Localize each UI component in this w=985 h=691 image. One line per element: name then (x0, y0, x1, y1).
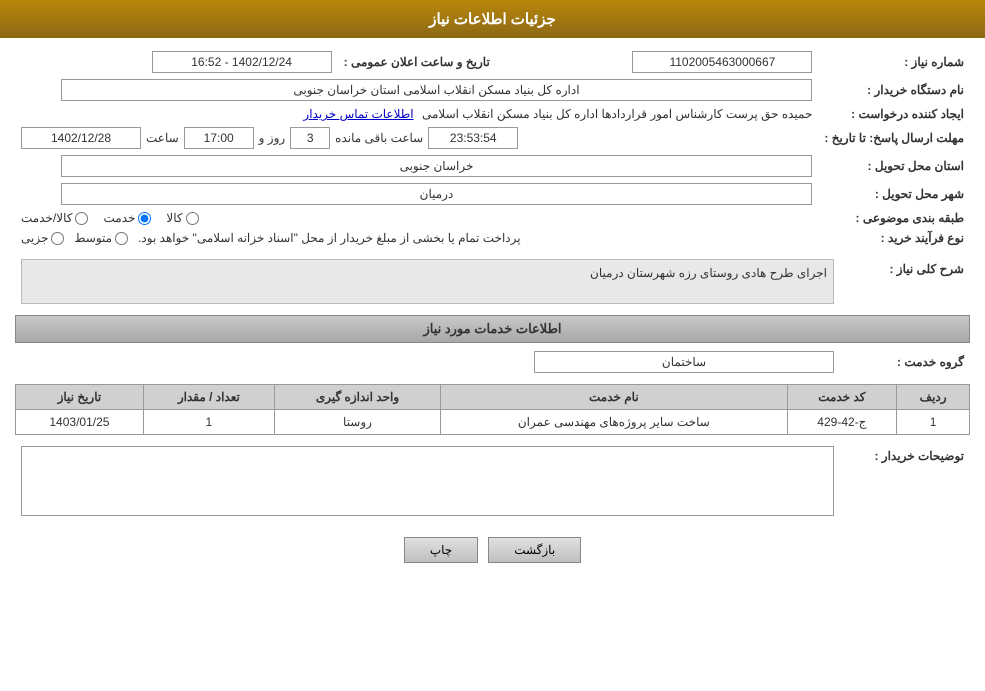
naveFarayand-label: نوع فرآیند خرید : (818, 228, 970, 248)
content-area: شماره نیاز : 1102005463000667 تاریخ و سا… (0, 38, 985, 588)
radio-kala-khedmat-input[interactable] (75, 212, 88, 225)
ostanTahvil-label: استان محل تحویل : (818, 152, 970, 180)
table-row: 1ج-42-429ساخت سایر پروژه‌های مهندسی عمرا… (16, 410, 970, 435)
shahrTahvil-label: شهر محل تحویل : (818, 180, 970, 208)
button-bar: بازگشت چاپ (15, 537, 970, 578)
table-cell: روستا (274, 410, 440, 435)
roz-label: روز و (259, 131, 286, 145)
shahrTahvil-value: درمیان (15, 180, 818, 208)
kala-label: کالا (166, 211, 182, 225)
tozihat-table: توضیحات خریدار : (15, 443, 970, 522)
ijadKonande-value: حمیده حق پرست کارشناس امور قراردادها ادا… (15, 104, 818, 124)
back-button[interactable]: بازگشت (488, 537, 581, 563)
radio-kala: کالا (166, 211, 198, 225)
tozihat-textarea[interactable] (21, 446, 834, 516)
shomareNiaz-label: شماره نیاز : (818, 48, 970, 76)
groheKhedmat-label: گروه خدمت : (840, 348, 970, 376)
tarikhErsal-row: 1402/12/28 ساعت 17:00 روز و 3 ساعت باقی … (15, 124, 818, 152)
grohe-table: گروه خدمت : ساختمان (15, 348, 970, 376)
kala-khedmat-label: کالا/خدمت (21, 211, 72, 225)
sharhKoli-label: شرح کلی نیاز : (840, 256, 970, 307)
table-cell: ج-42-429 (787, 410, 897, 435)
saatBaghi-box: 23:53:54 (428, 127, 518, 149)
table-cell: 1 (143, 410, 274, 435)
table-cell: 1403/01/25 (16, 410, 144, 435)
col-kod: کد خدمت (787, 385, 897, 410)
roz-box: 3 (290, 127, 330, 149)
ostanTahvil-value: خراسان جنوبی (15, 152, 818, 180)
radio-jozvi: جزیی (21, 231, 64, 245)
col-tedad: تعداد / مقدار (143, 385, 274, 410)
table-cell: 1 (897, 410, 970, 435)
col-tarikh: تاریخ نیاز (16, 385, 144, 410)
service-table: ردیف کد خدمت نام خدمت واحد اندازه گیری ت… (15, 384, 970, 435)
info-table-top: شماره نیاز : 1102005463000667 تاریخ و سا… (15, 48, 970, 248)
saatBaghi-label: ساعت باقی مانده (335, 131, 423, 145)
saat-label: ساعت (146, 131, 179, 145)
jozvi-label: جزیی (21, 231, 48, 245)
page-header: جزئیات اطلاعات نیاز (0, 0, 985, 38)
ostan-box: خراسان جنوبی (61, 155, 813, 177)
col-nam: نام خدمت (441, 385, 787, 410)
namDastgah-label: نام دستگاه خریدار : (818, 76, 970, 104)
sharhKoli-box: اجرای طرح هادی روستای رزه شهرستان درمیان (21, 259, 834, 304)
naveFarayand-row: جزیی متوسط پرداخت تمام یا بخشی از مبلغ خ… (15, 228, 818, 248)
namDastgah-value: اداره کل بنیاد مسکن انقلاب اسلامی استان … (15, 76, 818, 104)
radio-jozvi-input[interactable] (51, 232, 64, 245)
shahr-box: درمیان (61, 183, 813, 205)
sharhKoli-value: اجرای طرح هادی روستای رزه شهرستان درمیان (15, 256, 840, 307)
farayand-desc: پرداخت تمام یا بخشی از مبلغ خریدار از مح… (138, 231, 521, 245)
namDastgah-box: اداره کل بنیاد مسکن انقلاب اسلامی استان … (61, 79, 813, 101)
ijadKonande-label: ایجاد کننده درخواست : (818, 104, 970, 124)
khedmat-label: خدمت (103, 211, 135, 225)
grohe-box: ساختمان (534, 351, 834, 373)
khedamat-section-header: اطلاعات خدمات مورد نیاز (15, 315, 970, 343)
saat-box: 17:00 (184, 127, 254, 149)
motovaset-label: متوسط (74, 231, 112, 245)
col-vahed: واحد اندازه گیری (274, 385, 440, 410)
shomareNiaz-box: 1102005463000667 (632, 51, 812, 73)
tarikhErsal-label: مهلت ارسال پاسخ: تا تاریخ : (818, 124, 970, 152)
tarikh-box: 1402/12/28 (21, 127, 141, 149)
tabaqe-label: طبقه بندی موضوعی : (818, 208, 970, 228)
sharh-table: شرح کلی نیاز : اجرای طرح هادی روستای رزه… (15, 256, 970, 307)
tarikhElan-value: 1402/12/24 - 16:52 (15, 48, 338, 76)
radio-kala-input[interactable] (186, 212, 199, 225)
tabaqe-radios: کالا/خدمت خدمت کالا (15, 208, 818, 228)
etelaatTamas-link[interactable]: اطلاعات تماس خریدار (303, 107, 413, 121)
ijad-text: حمیده حق پرست کارشناس امور قراردادها ادا… (422, 107, 812, 121)
radio-motovaset-input[interactable] (115, 232, 128, 245)
shomareNiaz-value: 1102005463000667 (496, 48, 819, 76)
groheKhedmat-value: ساختمان (15, 348, 840, 376)
tarikhElan-label: تاریخ و ساعت اعلان عمومی : (338, 48, 496, 76)
radio-khedmat: خدمت (103, 211, 151, 225)
col-radif: ردیف (897, 385, 970, 410)
sharh-text: اجرای طرح هادی روستای رزه شهرستان درمیان (590, 266, 827, 280)
page-container: جزئیات اطلاعات نیاز شماره نیاز : 1102005… (0, 0, 985, 691)
print-button[interactable]: چاپ (404, 537, 478, 563)
tozihat-label: توضیحات خریدار : (840, 443, 970, 522)
radio-khedmat-input[interactable] (138, 212, 151, 225)
page-title: جزئیات اطلاعات نیاز (429, 11, 556, 28)
radio-motovaset: متوسط (74, 231, 128, 245)
radio-kala-khedmat: کالا/خدمت (21, 211, 88, 225)
tarikhElan-box: 1402/12/24 - 16:52 (152, 51, 332, 73)
tozihat-value (15, 443, 840, 522)
table-cell: ساخت سایر پروژه‌های مهندسی عمران (441, 410, 787, 435)
